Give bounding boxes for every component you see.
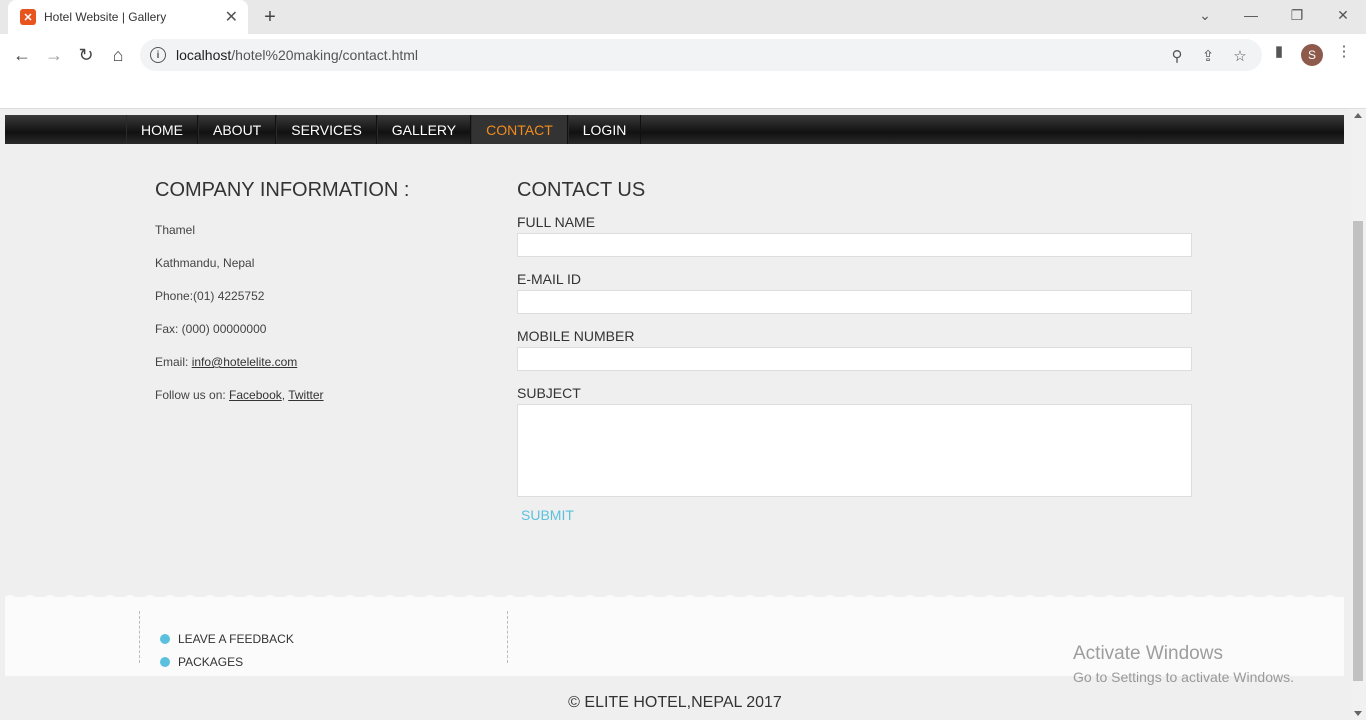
- scroll-down-icon[interactable]: [1354, 711, 1362, 716]
- contact-form: CONTACT US FULL NAME E-MAIL ID MOBILE NU…: [517, 179, 1192, 525]
- nav-item-login[interactable]: LOGIN: [567, 115, 642, 144]
- profile-avatar[interactable]: S: [1301, 44, 1323, 66]
- mobile-label: MOBILE NUMBER: [517, 328, 635, 344]
- follow-label: Follow us on:: [155, 388, 226, 402]
- scrollbar-thumb[interactable]: [1353, 221, 1363, 681]
- email-input[interactable]: [517, 290, 1192, 314]
- company-heading: COMPANY INFORMATION :: [155, 179, 410, 201]
- contact-heading: CONTACT US: [517, 179, 646, 201]
- back-button[interactable]: ←: [10, 43, 34, 67]
- nav-item-contact[interactable]: CONTACT: [471, 115, 568, 144]
- reload-button[interactable]: ↻: [74, 43, 98, 67]
- address-line-2: Kathmandu, Nepal: [155, 256, 255, 270]
- footer-link[interactable]: LEAVE A FEEDBACK: [160, 632, 294, 646]
- bookmark-star-icon[interactable]: ☆: [1231, 47, 1249, 65]
- tab-search-icon[interactable]: ⌄: [1182, 0, 1228, 30]
- address-line-1: Thamel: [155, 223, 196, 237]
- submit-button[interactable]: SUBMIT: [521, 507, 574, 523]
- wave-divider: [5, 595, 1344, 601]
- close-window-button[interactable]: ✕: [1320, 0, 1366, 30]
- nav-item-home[interactable]: HOME: [126, 115, 198, 144]
- watermark-line-2: Go to Settings to activate Windows.: [1073, 669, 1294, 685]
- facebook-link[interactable]: Facebook: [229, 388, 282, 402]
- page-scrollbar[interactable]: [1350, 109, 1366, 720]
- nav-menu: HOME ABOUT SERVICES GALLERY CONTACT LOGIN: [126, 115, 642, 144]
- minimize-button[interactable]: —: [1228, 0, 1274, 30]
- full-name-label: FULL NAME: [517, 214, 596, 230]
- subject-textarea[interactable]: [517, 404, 1192, 497]
- url-text: localhost/hotel%20making/contact.html: [176, 47, 419, 63]
- nav-item-services[interactable]: SERVICES: [276, 115, 377, 144]
- forward-button[interactable]: →: [42, 43, 66, 67]
- bullet-icon: [160, 657, 170, 667]
- nav-item-gallery[interactable]: GALLERY: [376, 115, 472, 144]
- footer-links: LEAVE A FEEDBACK PACKAGES: [160, 632, 294, 678]
- company-information: COMPANY INFORMATION : Thamel Kathmandu, …: [155, 179, 475, 422]
- tab-title: Hotel Website | Gallery: [44, 10, 167, 24]
- footer-link[interactable]: PACKAGES: [160, 655, 294, 669]
- address-bar[interactable]: i localhost/hotel%20making/contact.html …: [140, 39, 1262, 71]
- twitter-link[interactable]: Twitter: [288, 388, 323, 402]
- zoom-icon[interactable]: ⚲: [1168, 47, 1186, 65]
- close-tab-icon[interactable]: ✕: [225, 7, 238, 27]
- side-panel-icon[interactable]: ▮: [1270, 42, 1288, 60]
- copyright-text: © ELITE HOTEL,NEPAL 2017: [568, 694, 782, 711]
- share-icon[interactable]: ⇪: [1199, 47, 1217, 65]
- bullet-icon: [160, 634, 170, 644]
- watermark-line-1: Activate Windows: [1073, 643, 1223, 664]
- menu-kebab-icon[interactable]: ⋮: [1335, 42, 1353, 60]
- email-label: E-MAIL ID: [517, 271, 582, 287]
- email-line: Email: info@hotelelite.com: [155, 356, 475, 369]
- xampp-favicon-icon: ✕: [20, 9, 36, 25]
- home-button[interactable]: ⌂: [106, 43, 130, 67]
- subject-label: SUBJECT: [517, 385, 581, 401]
- browser-tab[interactable]: ✕ Hotel Website | Gallery ✕: [8, 0, 248, 34]
- browser-toolbar: ← → ↻ ⌂ i localhost/hotel%20making/conta…: [0, 34, 1366, 76]
- browser-tabstrip: ✕ Hotel Website | Gallery ✕ + ⌄ — ❐ ✕: [0, 0, 1366, 34]
- web-page: HOME ABOUT SERVICES GALLERY CONTACT LOGIN COM…: [0, 109, 1350, 720]
- site-navbar: HOME ABOUT SERVICES GALLERY CONTACT LOGIN: [5, 115, 1344, 144]
- follow-line: Follow us on: Facebook, Twitter: [155, 388, 324, 402]
- full-name-input[interactable]: [517, 233, 1192, 257]
- windows-activation-watermark: Activate Windows Go to Settings to activ…: [1073, 643, 1294, 685]
- bookmark-bar: [0, 76, 1366, 109]
- restore-button[interactable]: ❐: [1274, 0, 1320, 30]
- new-tab-button[interactable]: +: [258, 5, 282, 29]
- mobile-input[interactable]: [517, 347, 1192, 371]
- phone-text: Phone:(01) 4225752: [155, 289, 265, 303]
- footer-link-label: LEAVE A FEEDBACK: [178, 632, 294, 646]
- email-link[interactable]: info@hotelelite.com: [192, 355, 298, 369]
- scroll-up-icon[interactable]: [1354, 113, 1362, 118]
- nav-item-about[interactable]: ABOUT: [198, 115, 277, 144]
- site-info-icon[interactable]: i: [150, 47, 166, 63]
- fax-text: Fax: (000) 00000000: [155, 322, 267, 336]
- footer-link-label: PACKAGES: [178, 655, 244, 669]
- email-label: Email:: [155, 355, 189, 369]
